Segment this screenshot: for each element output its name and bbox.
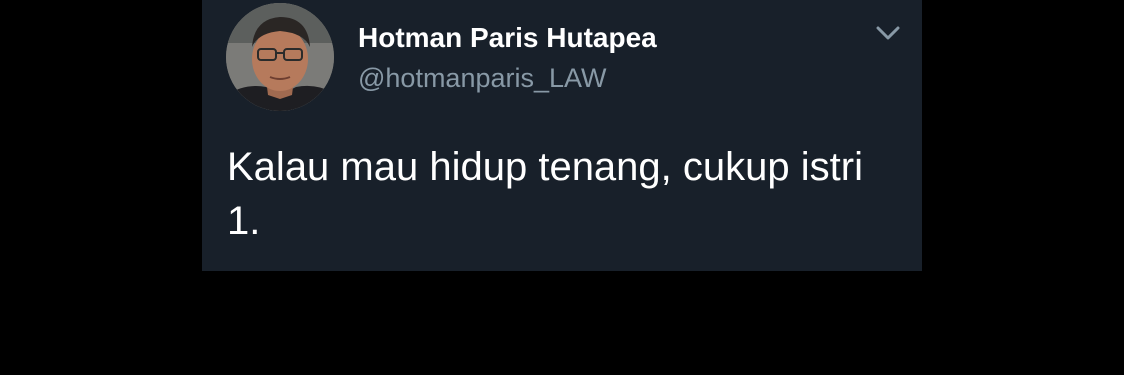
author-name[interactable]: Hotman Paris Hutapea	[358, 22, 657, 54]
chevron-down-icon[interactable]	[874, 22, 902, 44]
author-avatar[interactable]	[226, 3, 334, 111]
author-handle[interactable]: @hotmanparis_LAW	[358, 63, 607, 94]
tweet-card: Hotman Paris Hutapea @hotmanparis_LAW Ka…	[202, 0, 922, 271]
tweet-text: Kalau mau hidup tenang, cukup istri 1.	[227, 145, 863, 243]
avatar-photo	[226, 3, 334, 111]
